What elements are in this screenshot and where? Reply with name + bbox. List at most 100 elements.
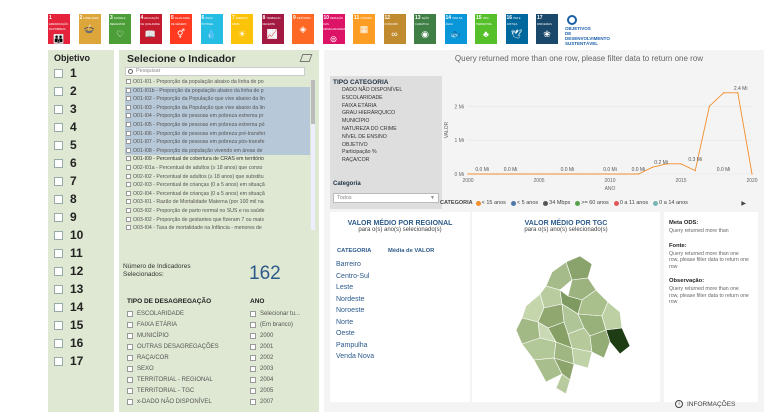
disaggregation-item[interactable]: TERRITORIAL - REGIONAL <box>127 375 213 385</box>
sdg-goal-11-icon[interactable]: 11 CIDADES ▦ <box>353 14 375 44</box>
indicator-item[interactable]: O03-I04 - Taxa de mortalidade na Infânci… <box>125 224 310 233</box>
regional-item[interactable]: Norte <box>336 317 353 328</box>
disaggregation-item[interactable]: SEXO <box>127 364 154 374</box>
checkbox[interactable] <box>54 176 63 186</box>
regional-item[interactable]: Noroeste <box>336 305 364 316</box>
objective-item[interactable]: 17 <box>54 354 83 368</box>
tipo-categoria-item[interactable]: Participação % <box>330 149 442 157</box>
indicator-item[interactable]: O03-I01 - Razão de Mortalidade Materna (… <box>125 198 310 207</box>
regional-item[interactable]: Venda Nova <box>336 351 374 362</box>
checkbox[interactable] <box>126 225 131 231</box>
checkbox[interactable] <box>127 333 133 339</box>
legend-next-icon[interactable]: ▶ <box>741 200 746 207</box>
sdg-goal-3-icon[interactable]: 3 SAÚDE E BEM-ESTAR ♡ <box>109 14 131 44</box>
categoria-dropdown[interactable]: Todos ▼ <box>333 193 439 203</box>
legend-item[interactable]: 0 a 11 anos <box>613 200 648 206</box>
objective-item[interactable]: 7 <box>54 174 77 188</box>
objective-item[interactable]: 10 <box>54 228 83 242</box>
objective-item[interactable]: 8 <box>54 192 77 206</box>
tipo-categoria-item[interactable]: NATUREZA DO CRIME <box>330 126 442 134</box>
disaggregation-item[interactable]: OUTRAS DESAGREGAÇÕES <box>127 342 219 352</box>
checkbox[interactable] <box>54 140 63 150</box>
indicator-item[interactable]: O01-I09 - Percentual de cobertura de CRA… <box>125 155 310 164</box>
objective-item[interactable]: 3 <box>54 102 77 116</box>
disaggregation-item[interactable]: ESCOLARIDADE <box>127 309 184 319</box>
checkbox[interactable] <box>126 96 131 102</box>
checkbox[interactable] <box>250 344 256 350</box>
indicator-item[interactable]: O01-I01 - Proporção da população abaixo … <box>125 78 310 87</box>
disaggregation-item[interactable]: MUNICÍPIO <box>127 331 169 341</box>
checkbox[interactable] <box>250 366 256 372</box>
indicator-item[interactable]: O01-I01b - Proporção da população abaixo… <box>125 86 310 96</box>
regional-item[interactable]: Barreiro <box>336 259 361 270</box>
checkbox[interactable] <box>126 87 131 93</box>
checkbox[interactable] <box>250 377 256 383</box>
disaggregation-item[interactable]: TERRITORIAL - TGC <box>127 386 194 396</box>
year-item[interactable]: 2000 <box>250 331 273 341</box>
checkbox[interactable] <box>54 266 63 276</box>
sdg-goal-1-icon[interactable]: 1 ERRADICAÇÃO DA POBREZA 👪 <box>48 14 70 44</box>
sdg-goal-16-icon[interactable]: 16 PAZ E JUSTIÇA 🕊 <box>505 14 528 44</box>
clear-selection-icon[interactable] <box>299 54 313 62</box>
checkbox[interactable] <box>54 338 63 348</box>
legend-item[interactable]: 0 a 14 anos <box>653 200 688 206</box>
year-item[interactable]: 2004 <box>250 375 273 385</box>
sdg-goal-13-icon[interactable]: 13 AÇÃO CLIMÁTICA ◉ <box>414 14 436 44</box>
checkbox[interactable] <box>54 230 63 240</box>
sdg-goal-5-icon[interactable]: 5 IGUALDADE DE GÊNERO ⚥ <box>170 14 192 44</box>
indicator-item[interactable]: O01-I04 - Proporção de pessoas em pobrez… <box>125 112 310 121</box>
objective-item[interactable]: 16 <box>54 336 83 350</box>
checkbox[interactable] <box>126 173 131 179</box>
checkbox[interactable] <box>126 207 131 213</box>
indicator-item[interactable]: O01-I08 - Proporção da população vivendo… <box>125 146 310 156</box>
objective-item[interactable]: 14 <box>54 300 83 314</box>
indicator-item[interactable]: O02-I03 - Percentual de crianças (0 a 5 … <box>125 181 310 190</box>
checkbox[interactable] <box>127 311 133 317</box>
checkbox[interactable] <box>54 356 63 366</box>
checkbox[interactable] <box>127 322 133 328</box>
sdg-goal-12-icon[interactable]: 12 CONSUMO ∞ <box>383 14 406 44</box>
indicator-item[interactable]: O02-I04 - Percentual de crianças (0 a 5 … <box>125 190 310 199</box>
checkbox[interactable] <box>250 399 256 405</box>
objective-item[interactable]: 4 <box>54 120 77 134</box>
checkbox[interactable] <box>250 333 256 339</box>
checkbox[interactable] <box>126 147 131 153</box>
indicator-item[interactable]: O01-I03 - Proporção da População que viv… <box>125 103 310 113</box>
tipo-categoria-item[interactable]: DADO NÃO DISPONÍVEL <box>330 87 442 95</box>
checkbox[interactable] <box>127 344 133 350</box>
checkbox[interactable] <box>126 156 131 162</box>
regional-item[interactable]: Pampulha <box>336 340 368 351</box>
sdg-goal-15-icon[interactable]: 15 VIDA TERRESTRE ♣ <box>475 14 497 44</box>
checkbox[interactable] <box>126 199 131 205</box>
objective-item[interactable]: 15 <box>54 318 83 332</box>
year-item[interactable]: (Em branco) <box>250 320 293 330</box>
checkbox[interactable] <box>250 355 256 361</box>
year-item[interactable]: 2005 <box>250 386 273 396</box>
disaggregation-item[interactable]: x-DADO NÃO DISPONÍVEL <box>127 397 212 407</box>
checkbox[interactable] <box>126 113 131 119</box>
tipo-categoria-item[interactable]: NÍVEL DE ENSINO <box>330 134 442 142</box>
legend-item[interactable]: 34 Mbps <box>543 200 570 206</box>
scrollbar-thumb[interactable] <box>311 80 315 124</box>
tipo-categoria-item[interactable]: OBJETIVO <box>330 142 442 150</box>
tipo-categoria-item[interactable]: ESCOLARIDADE <box>330 95 442 103</box>
sdg-goal-2-icon[interactable]: 2 FOME ZERO 🍲 <box>78 14 101 44</box>
objective-item[interactable]: 1 <box>54 66 77 80</box>
indicator-search-input[interactable]: Pesquisar <box>125 67 305 76</box>
year-item[interactable]: 2002 <box>250 353 273 363</box>
checkbox[interactable] <box>54 212 63 222</box>
year-item[interactable]: 2007 <box>250 397 273 407</box>
checkbox[interactable] <box>126 79 131 84</box>
sdg-goal-8-icon[interactable]: 8 TRABALHO DECENTE 📈 <box>261 14 284 44</box>
checkbox[interactable] <box>54 194 63 204</box>
indicator-item[interactable]: O01-I06 - Proporção de pessoas em pobrez… <box>125 129 310 139</box>
checkbox[interactable] <box>126 130 131 136</box>
sdg-goal-4-icon[interactable]: 4 EDUCAÇÃO DE QUALIDADE 📖 <box>139 14 162 44</box>
regional-item[interactable]: Leste <box>336 282 353 293</box>
legend-item[interactable]: < 5 anos <box>510 200 538 206</box>
checkbox[interactable] <box>127 355 133 361</box>
objective-item[interactable]: 5 <box>54 138 77 152</box>
regional-item[interactable]: Centro-Sul <box>336 271 369 282</box>
checkbox[interactable] <box>54 320 63 330</box>
regional-col-categoria[interactable]: CATEGORIA <box>337 248 371 254</box>
